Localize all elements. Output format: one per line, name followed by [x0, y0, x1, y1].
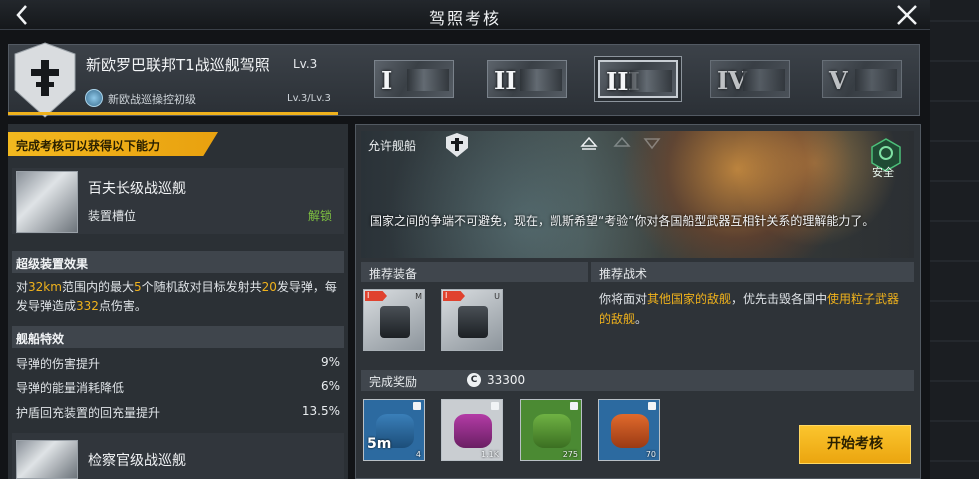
tier-tab-2[interactable]: II — [487, 60, 567, 98]
skill-icon — [85, 89, 103, 107]
lock-icon — [570, 402, 578, 410]
tactic-description: 你将面对其他国家的敌舰，优先击毁各国中使用粒子武器的敌舰。 — [599, 292, 900, 326]
equipment-tag: U — [494, 292, 500, 301]
super-device-description: 对32km范围内的最大5个随机敌对目标发射共20发导弹，每发导弹造成332点伤害… — [16, 280, 337, 313]
allowed-ships-label: 允许舰船 — [368, 139, 417, 153]
ship-thumbnail — [630, 70, 672, 92]
ship-image — [16, 171, 78, 233]
reward-qty: 4 — [415, 450, 421, 459]
turret-icon — [380, 306, 410, 338]
faction-shield-icon — [446, 133, 468, 157]
ship-class-icon — [580, 136, 598, 150]
ship-name: 检察官级战巡舰 — [88, 453, 186, 469]
device-icon — [458, 306, 488, 338]
tier-label: V — [829, 66, 848, 95]
tier-label: I — [381, 66, 393, 95]
ship-name: 百夫长级战巡舰 — [88, 181, 186, 197]
section-header-super: 超级装置效果 — [12, 251, 344, 273]
reward-qty: 70 — [645, 450, 656, 459]
lock-icon — [413, 402, 421, 410]
reward-item-3[interactable]: 275 — [520, 399, 582, 461]
level-progress: Lv.3/Lv.3 — [287, 93, 331, 104]
page-title: 驾照考核 — [428, 9, 501, 28]
reward-header: 完成奖励 — [361, 370, 914, 391]
mission-scene-image — [361, 131, 914, 258]
unlock-status: 解锁 — [308, 209, 333, 223]
tier-label: II — [494, 66, 517, 95]
recommended-tactics-header: 推荐战术 — [591, 262, 914, 282]
ship-image — [16, 440, 78, 479]
tier-tab-3[interactable]: III — [598, 60, 678, 98]
tier-tab-5[interactable]: V — [822, 60, 902, 98]
license-title: 新欧罗巴联邦T1战巡舰驾照 — [86, 56, 270, 74]
license-exam-screen: 驾照考核 新欧罗巴联邦T1战巡舰驾照 Lv.3 新欧战巡操控初级 Lv.3/Lv… — [0, 0, 979, 479]
credit-amount: 33300 — [487, 373, 526, 387]
tier-tab-4[interactable]: IV — [710, 60, 790, 98]
trait-label: 护盾回充装置的回充量提升 — [16, 406, 161, 420]
safe-label: 安全 — [872, 166, 894, 179]
ship-thumbnail — [407, 69, 449, 91]
start-exam-button[interactable]: 开始考核 — [799, 425, 911, 464]
trait-label: 导弹的能量消耗降低 — [16, 381, 125, 395]
top-bar: 驾照考核 — [0, 0, 930, 30]
ship-thumbnail — [743, 69, 785, 91]
equipment-slot-2[interactable]: I U — [441, 289, 503, 351]
section-header-traits: 舰船特效 — [12, 326, 344, 348]
background-decoration — [930, 0, 979, 479]
recommended-equipment-header: 推荐装备 — [361, 262, 588, 282]
close-icon[interactable] — [895, 3, 919, 27]
equipment-slot-1[interactable]: I M — [363, 289, 425, 351]
accent-line — [8, 112, 338, 115]
slot-label: 装置槽位 — [88, 209, 137, 223]
lock-icon — [648, 402, 656, 410]
reward-qty: 1.1K — [481, 450, 499, 459]
reward-qty: 275 — [562, 450, 578, 459]
trait-value: 9% — [320, 355, 340, 369]
ship-class-icon — [613, 136, 631, 147]
skill-label: 新欧战巡操控初级 — [108, 93, 196, 106]
trait-value: 6% — [320, 379, 340, 393]
speedup-time: 5m — [367, 436, 392, 452]
credit-icon: C — [467, 373, 481, 387]
material-icon — [533, 414, 571, 448]
reward-item-2[interactable]: 1.1K — [441, 399, 503, 461]
reward-item-4[interactable]: 70 — [598, 399, 660, 461]
tier-tab-1[interactable]: I — [374, 60, 454, 98]
ship-thumbnail — [855, 69, 897, 91]
ship-class-icon — [643, 138, 661, 150]
lock-icon — [491, 402, 499, 410]
material-icon — [454, 414, 492, 448]
abilities-banner: 完成考核可以获得以下能力 — [8, 132, 218, 156]
ship-thumbnail — [520, 69, 562, 91]
equipment-level: I — [443, 291, 465, 301]
mission-story: 国家之间的争端不可避免，现在，凯斯希望“考验”你对各国船型武器互相针关系的理解能… — [370, 214, 875, 228]
license-level: Lv.3 — [293, 57, 318, 71]
material-icon — [611, 414, 649, 448]
equipment-tag: M — [415, 292, 422, 301]
equipment-level: I — [365, 291, 387, 301]
trait-value: 13.5% — [301, 404, 340, 418]
license-badge-icon — [14, 42, 76, 118]
trait-label: 导弹的伤害提升 — [16, 357, 101, 371]
